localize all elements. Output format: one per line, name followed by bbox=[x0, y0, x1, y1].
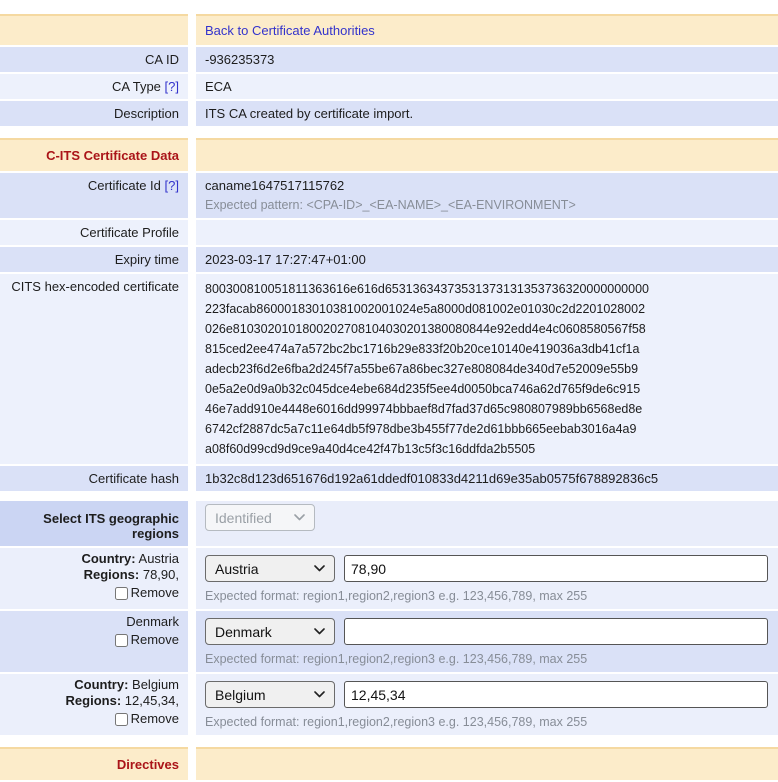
hex-line: adecb23f6d2e6fba2d245f7a55be67a86bec327e… bbox=[205, 359, 768, 379]
hex-line: 0e5a2e0d9a0b32c045dce4ebe684d235f5ee4d00… bbox=[205, 379, 768, 399]
hex-line: 6742cf2887dc5a7c11e64db5f978dbe3b455f77d… bbox=[205, 419, 768, 439]
country-select-value: Austria bbox=[215, 561, 259, 577]
country-select-denmark[interactable]: Denmark bbox=[205, 618, 335, 645]
ca-id-row: CA ID -936235373 bbox=[0, 47, 778, 72]
country-select-austria[interactable]: Austria bbox=[205, 555, 335, 582]
back-link-row: Back to Certificate Authorities bbox=[0, 14, 778, 45]
description-row: Description ITS CA created by certificat… bbox=[0, 101, 778, 126]
geo-country-row-austria: Country: Austria Regions: 78,90, Remove … bbox=[0, 548, 778, 609]
hex-certificate-row: CITS hex-encoded certificate 80030081005… bbox=[0, 274, 778, 464]
chevron-down-icon bbox=[314, 565, 325, 572]
certificate-profile-row: Certificate Profile bbox=[0, 220, 778, 245]
cits-section-header-spacer bbox=[196, 138, 778, 171]
hex-line: 815ced2ee474a7a572bc2bc1716b29e833f20b20… bbox=[205, 339, 768, 359]
back-to-certificate-authorities-link[interactable]: Back to Certificate Authorities bbox=[205, 21, 375, 40]
expiry-time-value: 2023-03-17 17:27:47+01:00 bbox=[205, 252, 366, 267]
country-info-line: Country: Austria bbox=[81, 551, 179, 567]
expiry-time-label: Expiry time bbox=[115, 252, 179, 267]
certificate-id-label: Certificate Id [?] bbox=[88, 178, 179, 193]
ca-type-label: CA Type [?] bbox=[112, 79, 179, 94]
description-value: ITS CA created by certificate import. bbox=[205, 106, 413, 121]
ca-edit-page: Back to Certificate Authorities CA ID -9… bbox=[0, 0, 778, 780]
hex-line: a08f60d99cd9d9ce9a40d4ce42f47b13c5f3c16d… bbox=[205, 439, 768, 459]
regions-input-belgium[interactable] bbox=[344, 681, 768, 708]
ca-type-value: ECA bbox=[205, 79, 232, 94]
remove-control: Remove bbox=[115, 585, 179, 601]
cits-section-title: C-ITS Certificate Data bbox=[46, 145, 179, 166]
directives-section-header-row: Directives bbox=[0, 747, 778, 780]
chevron-down-icon bbox=[314, 628, 325, 635]
back-link-cell: Back to Certificate Authorities bbox=[196, 14, 778, 45]
directives-section-header-spacer bbox=[196, 747, 778, 780]
remove-checkbox-austria[interactable] bbox=[115, 587, 128, 600]
chevron-down-icon bbox=[314, 691, 325, 698]
ca-type-help-icon[interactable]: [?] bbox=[165, 79, 179, 94]
geo-country-row-belgium: Country: Belgium Regions: 12,45,34, Remo… bbox=[0, 674, 778, 735]
ca-type-row: CA Type [?] ECA bbox=[0, 74, 778, 99]
regions-input-denmark[interactable] bbox=[344, 618, 768, 645]
geo-mode-select-value: Identified bbox=[215, 510, 272, 526]
remove-label: Remove bbox=[131, 711, 179, 727]
regions-format-hint: Expected format: region1,region2,region3… bbox=[205, 589, 768, 604]
certificate-hash-label: Certificate hash bbox=[89, 471, 179, 486]
ca-id-label: CA ID bbox=[145, 52, 179, 67]
certificate-id-row: Certificate Id [?] caname1647517115762 E… bbox=[0, 173, 778, 218]
hex-line: 46e7add910e4448e6016dd99974bbbaef8d7fad3… bbox=[205, 399, 768, 419]
remove-label: Remove bbox=[131, 632, 179, 648]
certificate-profile-value bbox=[205, 225, 768, 240]
certificate-id-pattern-hint: Expected pattern: <CPA-ID>_<EA-NAME>_<EA… bbox=[205, 198, 768, 213]
geo-mode-select: Identified bbox=[205, 504, 315, 531]
ca-id-value: -936235373 bbox=[205, 52, 274, 67]
certificate-id-value: caname1647517115762 bbox=[205, 178, 768, 193]
country-info-line: Denmark bbox=[126, 614, 179, 630]
hex-certificate-label: CITS hex-encoded certificate bbox=[11, 279, 179, 294]
regions-format-hint: Expected format: region1,region2,region3… bbox=[205, 715, 768, 730]
certificate-profile-label: Certificate Profile bbox=[80, 225, 179, 240]
cits-section-header-row: C-ITS Certificate Data bbox=[0, 138, 778, 171]
certificate-hash-row: Certificate hash 1b32c8d123d651676d192a6… bbox=[0, 466, 778, 491]
country-select-belgium[interactable]: Belgium bbox=[205, 681, 335, 708]
regions-format-hint: Expected format: region1,region2,region3… bbox=[205, 652, 768, 667]
remove-control: Remove bbox=[115, 632, 179, 648]
back-link-row-label-cell bbox=[0, 14, 188, 45]
geo-regions-label: Select ITS geographic regions bbox=[0, 506, 179, 541]
regions-input-austria[interactable] bbox=[344, 555, 768, 582]
hex-line: 026e810302010180020270810403020138008084… bbox=[205, 319, 768, 339]
description-label: Description bbox=[114, 106, 179, 121]
directives-section-title: Directives bbox=[117, 754, 179, 775]
regions-info-line: Regions: 12,45,34, bbox=[66, 693, 179, 709]
remove-checkbox-belgium[interactable] bbox=[115, 713, 128, 726]
expiry-time-row: Expiry time 2023-03-17 17:27:47+01:00 bbox=[0, 247, 778, 272]
country-select-value: Denmark bbox=[215, 624, 272, 640]
remove-checkbox-denmark[interactable] bbox=[115, 634, 128, 647]
certificate-hash-value: 1b32c8d123d651676d192a61ddedf010833d4211… bbox=[205, 471, 658, 486]
geo-regions-header-row: Select ITS geographic regions Identified bbox=[0, 501, 778, 546]
country-info-line: Country: Belgium bbox=[74, 677, 179, 693]
regions-info-line: Regions: 78,90, bbox=[84, 567, 179, 583]
hex-line: 800300810051811363616e616d65313634373531… bbox=[205, 279, 768, 299]
remove-control: Remove bbox=[115, 711, 179, 727]
hex-certificate-value: 800300810051811363616e616d65313634373531… bbox=[205, 279, 768, 459]
chevron-down-icon bbox=[294, 514, 305, 521]
geo-country-row-denmark: Denmark Remove Denmark Expected format: … bbox=[0, 611, 778, 672]
remove-label: Remove bbox=[131, 585, 179, 601]
country-select-value: Belgium bbox=[215, 687, 266, 703]
certificate-id-help-icon[interactable]: [?] bbox=[165, 178, 179, 193]
hex-line: 223facab86000183010381002001024e5a8000d0… bbox=[205, 299, 768, 319]
